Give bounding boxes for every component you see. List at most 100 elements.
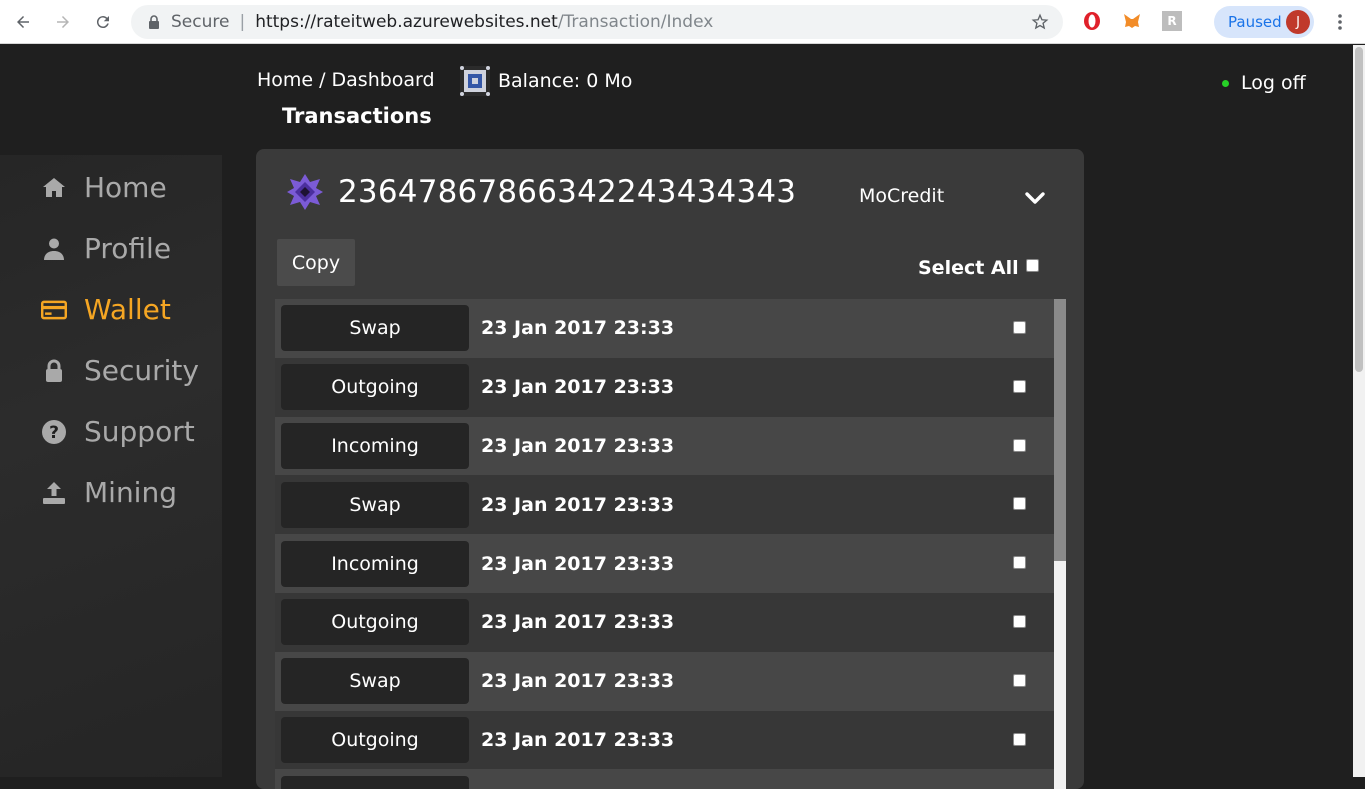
transaction-date: 23 Jan 2017 23:33 xyxy=(481,493,675,516)
question-icon: ? xyxy=(36,417,72,447)
sidebar-item-label: Home xyxy=(84,171,167,204)
transaction-type-button[interactable]: Incoming xyxy=(281,422,469,469)
home-icon xyxy=(36,173,72,203)
sidebar-item-label: Security xyxy=(84,354,199,387)
r-extension-label: R xyxy=(1167,14,1177,28)
profile-button[interactable]: Paused J xyxy=(1214,6,1314,38)
profile-status: Paused xyxy=(1228,13,1282,31)
table-row: Swap 23 Jan 2017 23:33 xyxy=(275,651,1054,711)
transaction-type-button[interactable]: Outgoing xyxy=(281,364,469,411)
table-row: Incoming 23 Jan 2017 23:33 xyxy=(275,534,1054,593)
back-arrow-icon[interactable] xyxy=(12,11,34,33)
transaction-date: 23 Jan 2017 23:33 xyxy=(481,376,675,399)
table-row: Incoming 23 Jan 2017 23:33 xyxy=(275,416,1054,476)
balance-display: Balance: 0 Mo xyxy=(458,64,632,98)
sidebar-item-security[interactable]: Security xyxy=(36,340,226,401)
page-scrollbar-thumb[interactable] xyxy=(1355,47,1363,372)
url-separator: | xyxy=(239,12,246,32)
dashboard-link[interactable]: Dashboard xyxy=(332,69,435,91)
bookmark-star-icon[interactable] xyxy=(1031,13,1049,31)
sidebar-item-home[interactable]: Home xyxy=(36,157,226,218)
list-scrollbar-thumb[interactable] xyxy=(1054,299,1066,561)
sidebar-item-label: Wallet xyxy=(84,293,171,326)
row-checkbox[interactable] xyxy=(1013,379,1026,393)
row-checkbox[interactable] xyxy=(1013,732,1026,746)
home-link[interactable]: Home xyxy=(257,69,313,91)
transaction-date: 23 Jan 2017 23:33 xyxy=(481,552,675,575)
transaction-type-button[interactable]: Swap xyxy=(281,481,469,528)
row-checkbox[interactable] xyxy=(1013,673,1026,687)
wallet-address: 23647867866342243434343 xyxy=(338,174,797,210)
row-checkbox[interactable] xyxy=(1013,497,1026,511)
table-row: Swap 23 Jan 2017 23:33 xyxy=(275,299,1054,358)
table-row: Outgoing 23 Jan 2017 23:33 xyxy=(275,710,1054,770)
row-checkbox[interactable] xyxy=(1013,321,1026,334)
transaction-type-button[interactable]: Swap xyxy=(281,305,469,352)
table-row xyxy=(275,769,1054,789)
online-status-dot xyxy=(1222,79,1229,87)
transaction-date: 23 Jan 2017 23:33 xyxy=(481,728,675,751)
row-checkbox[interactable] xyxy=(1013,438,1026,452)
select-all-label: Select All xyxy=(918,257,1019,279)
address-bar[interactable]: Secure | https://rateitweb.azurewebsites… xyxy=(131,5,1063,39)
row-checkbox[interactable] xyxy=(1013,614,1026,628)
transaction-date: 23 Jan 2017 23:33 xyxy=(481,434,675,457)
wallet-card: 23647867866342243434343 MoCredit Copy Se… xyxy=(256,149,1084,789)
row-checkbox[interactable] xyxy=(1013,556,1026,570)
metamask-fox-icon[interactable] xyxy=(1122,11,1142,31)
logoff-label: Log off xyxy=(1241,72,1306,94)
select-all[interactable]: Select All xyxy=(918,257,1039,279)
copy-button[interactable]: Copy xyxy=(277,239,355,286)
page-scrollbar[interactable] xyxy=(1353,45,1365,777)
chevron-down-icon[interactable] xyxy=(1024,187,1046,209)
wallet-icon xyxy=(36,295,72,325)
transaction-type-button[interactable]: Outgoing xyxy=(281,599,469,646)
user-icon xyxy=(36,234,72,264)
breadcrumb: Home / Dashboard xyxy=(257,69,435,91)
r-extension-icon[interactable]: R xyxy=(1162,11,1182,31)
sidebar-item-label: Mining xyxy=(84,476,177,509)
transaction-type-button[interactable] xyxy=(281,775,469,789)
secure-label: Secure xyxy=(171,12,230,32)
page-title: Transactions xyxy=(282,104,432,128)
reload-icon[interactable] xyxy=(92,11,114,33)
sidebar-item-label: Support xyxy=(84,415,195,448)
forward-arrow-icon[interactable] xyxy=(52,11,74,33)
svg-text:?: ? xyxy=(49,423,59,443)
select-all-checkbox[interactable] xyxy=(1025,258,1039,272)
transaction-type-button[interactable]: Incoming xyxy=(281,540,469,587)
balance-text: Balance: 0 Mo xyxy=(498,70,633,92)
transaction-date: 23 Jan 2017 23:33 xyxy=(481,611,675,634)
opera-extension-icon[interactable] xyxy=(1082,11,1102,31)
sidebar-item-profile[interactable]: Profile xyxy=(36,218,226,279)
transaction-list: Swap 23 Jan 2017 23:33 Outgoing 23 Jan 2… xyxy=(275,299,1066,789)
browser-toolbar: Secure | https://rateitweb.azurewebsites… xyxy=(0,0,1365,44)
coin-icon xyxy=(460,66,490,96)
table-row: Outgoing 23 Jan 2017 23:33 xyxy=(275,357,1054,417)
sidebar-item-support[interactable]: ? Support xyxy=(36,401,226,462)
wallet-token-icon xyxy=(287,174,323,210)
list-scrollbar[interactable] xyxy=(1054,299,1066,789)
table-row: Outgoing 23 Jan 2017 23:33 xyxy=(275,592,1054,652)
transaction-type-button[interactable]: Swap xyxy=(281,658,469,705)
transaction-date: 23 Jan 2017 23:33 xyxy=(481,317,675,340)
currency-selector-label[interactable]: MoCredit xyxy=(859,185,944,207)
avatar: J xyxy=(1286,10,1310,34)
lock-icon xyxy=(36,356,72,386)
transaction-date: 23 Jan 2017 23:33 xyxy=(481,670,675,693)
logoff-link[interactable]: Log off xyxy=(1222,72,1306,94)
url-path: /Transaction/Index xyxy=(557,12,714,32)
breadcrumb-separator: / xyxy=(319,69,326,91)
upload-icon xyxy=(36,478,72,508)
sidebar-item-wallet[interactable]: Wallet xyxy=(36,279,226,340)
lock-icon xyxy=(149,15,159,29)
page: Home Profile Wallet Security ? Support M… xyxy=(0,45,1353,789)
url-host: https://rateitweb.azurewebsites.net xyxy=(255,12,558,32)
wallet-header: 23647867866342243434343 xyxy=(286,173,796,211)
table-row: Swap 23 Jan 2017 23:33 xyxy=(275,475,1054,535)
sidebar-item-label: Profile xyxy=(84,232,172,265)
sidebar-item-mining[interactable]: Mining xyxy=(36,462,226,523)
sidebar: Home Profile Wallet Security ? Support M… xyxy=(36,157,226,523)
transaction-type-button[interactable]: Outgoing xyxy=(281,716,469,763)
menu-kebab-icon[interactable] xyxy=(1330,12,1350,32)
